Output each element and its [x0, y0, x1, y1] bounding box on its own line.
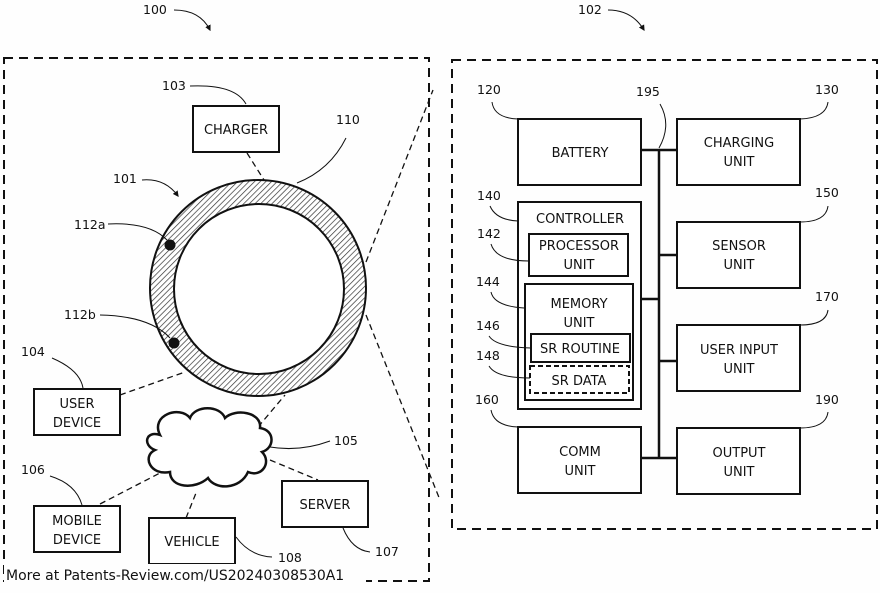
sr-routine-ref-label: 146 [476, 318, 500, 333]
memory-unit-ref-label: 144 [476, 274, 500, 289]
comm-unit-line2: UNIT [564, 464, 595, 479]
sensor-a-leader [107, 223, 168, 241]
sr-data-ref-label: 148 [476, 348, 500, 363]
battery-ref-label: 120 [477, 82, 501, 97]
user-device-line1: USER [59, 397, 94, 412]
mobile-link [99, 472, 161, 505]
user-input-unit-line1: USER INPUT [700, 343, 778, 358]
sensor-112b-dot [168, 337, 180, 349]
vehicle-leader [235, 536, 273, 558]
band-ref-leader [296, 137, 347, 184]
output-unit-line2: UNIT [723, 465, 754, 480]
charger-leader [189, 85, 247, 105]
patent-figure: 100 102 101 110 112a 112b CHARGER 103 10… [3, 2, 878, 584]
charging-unit-ref-label: 130 [815, 82, 839, 97]
processor-unit-line2: UNIT [563, 258, 594, 273]
user-input-unit-ref-label: 170 [815, 289, 839, 304]
sensor-112a-dot [164, 239, 176, 251]
charging-unit-box [676, 118, 801, 186]
vehicle-link [185, 492, 197, 519]
charger-label: CHARGER [204, 123, 268, 138]
controller-ref-label: 140 [477, 188, 501, 203]
user-device-link [119, 371, 186, 396]
charging-unit-leader [799, 101, 829, 120]
device-ref-label: 102 [578, 2, 602, 17]
user-input-unit-line2: UNIT [723, 362, 754, 377]
sensor-unit-box [676, 221, 801, 289]
user-input-unit-leader [799, 309, 829, 326]
network-ref-label: 105 [334, 433, 358, 448]
band-ref-label: 110 [336, 112, 360, 127]
server-ref-label: 107 [375, 544, 399, 559]
processor-unit-line1: PROCESSOR [539, 239, 619, 254]
ring-ref-arrow [141, 179, 179, 197]
ring-inner [173, 203, 345, 375]
vehicle-label: VEHICLE [164, 535, 219, 550]
vehicle-ref-label: 108 [278, 550, 302, 565]
processor-unit-ref-label: 142 [477, 226, 501, 241]
mobile-device-line2: DEVICE [53, 533, 101, 548]
system-ref-arrow [173, 9, 211, 32]
sensor-unit-leader [799, 205, 829, 223]
sr-routine-label: SR ROUTINE [540, 342, 620, 357]
network-cloud [145, 407, 273, 488]
zoom-line-top [365, 89, 434, 263]
ring-ref-label: 101 [113, 171, 137, 186]
network-leader [269, 440, 331, 449]
controller-label: CONTROLLER [536, 212, 624, 227]
controller-leader [489, 205, 519, 222]
comm-unit-leader [490, 409, 519, 428]
charger-link [246, 152, 265, 181]
output-unit-line1: OUTPUT [713, 446, 766, 461]
bus-leader [658, 103, 667, 149]
bus-ref-label: 195 [636, 84, 660, 99]
memory-unit-line1: MEMORY [550, 297, 607, 312]
user-device-line2: DEVICE [53, 416, 101, 431]
sensor-unit-line2: UNIT [723, 258, 754, 273]
system-ref-label: 100 [143, 2, 167, 17]
server-link [269, 459, 319, 481]
charger-ref-label: 103 [162, 78, 186, 93]
comm-unit-line1: COMM [559, 445, 601, 460]
output-unit-leader [799, 411, 829, 429]
user-device-leader [51, 357, 84, 389]
comm-unit-box [517, 426, 642, 494]
battery-label: BATTERY [552, 146, 609, 161]
sensor-unit-ref-label: 150 [815, 185, 839, 200]
server-label: SERVER [300, 498, 351, 513]
sr-data-label: SR DATA [552, 374, 607, 389]
output-unit-box [676, 427, 801, 495]
sensor-b-ref-label: 112b [64, 307, 96, 322]
footer-link[interactable]: More at Patents-Review.com/US20240308530… [6, 568, 344, 584]
smart-ring [149, 179, 367, 397]
cloud-ring-link [257, 394, 286, 428]
device-ref-arrow [607, 9, 645, 32]
mobile-device-leader [49, 475, 83, 506]
battery-leader [491, 101, 519, 120]
user-input-unit-box [676, 324, 801, 392]
comm-unit-ref-label: 160 [475, 392, 499, 407]
sensor-unit-line1: SENSOR [712, 239, 766, 254]
output-unit-ref-label: 190 [815, 392, 839, 407]
charging-unit-line2: UNIT [723, 155, 754, 170]
user-device-ref-label: 104 [21, 344, 45, 359]
server-leader [342, 527, 371, 553]
mobile-device-ref-label: 106 [21, 462, 45, 477]
sensor-a-ref-label: 112a [74, 217, 106, 232]
charging-unit-line1: CHARGING [704, 136, 774, 151]
memory-unit-line2: UNIT [563, 316, 594, 331]
mobile-device-line1: MOBILE [52, 514, 102, 529]
